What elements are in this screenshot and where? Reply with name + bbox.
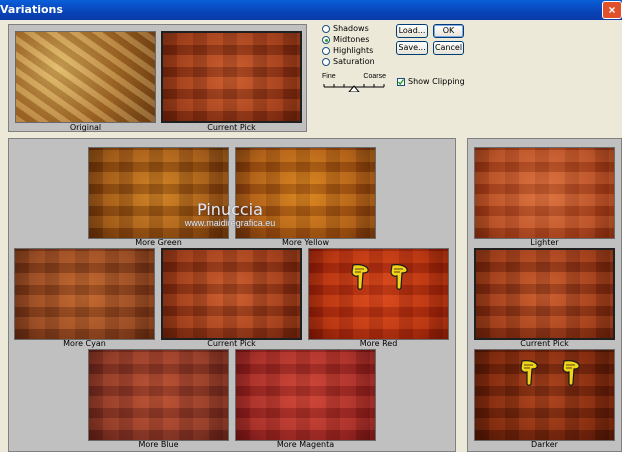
current-pick-label: Current Pick xyxy=(207,123,256,132)
show-clipping-checkbox[interactable]: Show Clipping xyxy=(397,77,465,86)
watermark-name: Pinuccia xyxy=(197,200,263,219)
pointing-hand-icon xyxy=(562,360,580,386)
save-button[interactable]: Save... xyxy=(396,41,428,55)
radio-dot xyxy=(322,46,330,55)
radio-label: Highlights xyxy=(333,46,374,55)
more-red-label: More Red xyxy=(359,339,398,348)
radio-label: Midtones xyxy=(333,35,370,44)
fine-label: Fine xyxy=(322,73,336,80)
color-variations-panel: More Green More Yellow More Cyan Current… xyxy=(8,138,456,452)
cancel-button[interactable]: Cancel xyxy=(433,41,464,55)
more-blue-thumbnail[interactable] xyxy=(88,349,229,441)
preview-panel: Original Current Pick xyxy=(8,24,307,132)
more-cyan-thumbnail[interactable] xyxy=(14,248,155,340)
current-pick-center-label: Current Pick xyxy=(207,339,256,348)
window-title: Variations xyxy=(0,3,63,16)
radio-saturation[interactable]: Saturation xyxy=(322,57,375,66)
radio-dot xyxy=(322,57,330,66)
tone-radio-group: Shadows Midtones Highlights Saturation xyxy=(322,24,392,70)
title-bar: Variations × xyxy=(0,0,622,20)
more-green-label: More Green xyxy=(135,238,182,247)
ok-button[interactable]: OK xyxy=(433,24,464,38)
close-icon: × xyxy=(608,3,616,17)
radio-label: Shadows xyxy=(333,24,369,33)
show-clipping-label: Show Clipping xyxy=(408,77,465,86)
more-magenta-thumbnail[interactable] xyxy=(235,349,376,441)
original-label: Original xyxy=(69,123,102,132)
radio-highlights[interactable]: Highlights xyxy=(322,46,373,55)
close-button[interactable]: × xyxy=(602,1,622,19)
current-pick-brightness-thumbnail[interactable] xyxy=(474,248,615,340)
radio-dot xyxy=(322,24,330,33)
watermark: Pinuccia www.maidiregrafica.eu xyxy=(160,200,300,228)
radio-label: Saturation xyxy=(333,57,375,66)
lighter-label: Lighter xyxy=(530,238,559,247)
current-pick-brightness-label: Current Pick xyxy=(520,339,569,348)
more-magenta-label: More Magenta xyxy=(276,440,335,449)
lighter-thumbnail[interactable] xyxy=(474,147,615,239)
load-button[interactable]: Load... xyxy=(396,24,428,38)
pointing-hand-icon xyxy=(520,360,538,386)
current-pick-center-thumbnail[interactable] xyxy=(161,248,302,340)
checkbox-checked-icon xyxy=(397,77,405,86)
original-thumbnail xyxy=(15,31,156,123)
darker-thumbnail[interactable] xyxy=(474,349,615,441)
more-cyan-label: More Cyan xyxy=(63,339,106,348)
darker-label: Darker xyxy=(531,440,558,449)
radio-dot-selected xyxy=(322,35,330,44)
more-blue-label: More Blue xyxy=(138,440,179,449)
fine-coarse-slider[interactable]: Fine Coarse xyxy=(322,73,386,93)
pointing-hand-icon xyxy=(390,264,408,290)
radio-midtones[interactable]: Midtones xyxy=(322,35,369,44)
radio-shadows[interactable]: Shadows xyxy=(322,24,369,33)
watermark-url: www.maidiregrafica.eu xyxy=(184,218,276,228)
slider-track xyxy=(323,84,385,92)
pointing-hand-icon xyxy=(351,264,369,290)
more-yellow-label: More Yellow xyxy=(281,238,329,247)
coarse-label: Coarse xyxy=(363,73,386,80)
brightness-panel: Lighter Current Pick Darker xyxy=(467,138,622,452)
more-red-thumbnail[interactable] xyxy=(308,248,449,340)
current-pick-preview xyxy=(161,31,302,123)
